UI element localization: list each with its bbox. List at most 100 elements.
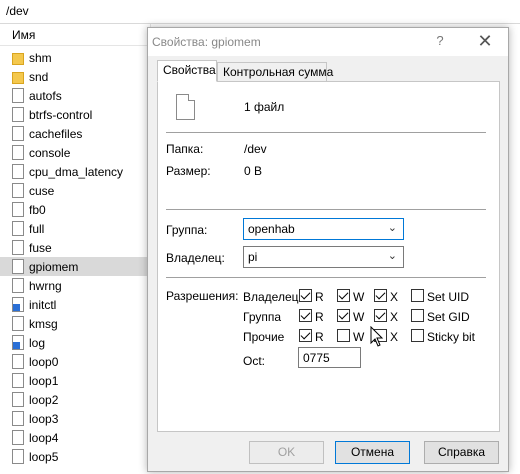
file-name: loop1 (29, 373, 59, 388)
file-icon (12, 126, 24, 141)
octal-input-value: 0775 (303, 351, 330, 365)
file-name: btrfs-control (29, 107, 93, 122)
mouse-cursor-icon (370, 326, 384, 347)
separator (166, 277, 486, 278)
file-list-item[interactable]: loop4 (0, 428, 150, 447)
tab-checksum[interactable]: Контрольная сумма (217, 62, 333, 82)
setgid-checkbox[interactable] (411, 309, 424, 322)
setuid-label: Set UID (427, 290, 470, 304)
file-icon (12, 107, 24, 122)
dialog-title-bar[interactable]: Свойства: gpiomem ? ✕ (148, 28, 508, 56)
file-list-item[interactable]: cpu_dma_latency (0, 162, 150, 181)
file-icon (12, 354, 24, 369)
owner-execute-checkbox[interactable] (374, 289, 387, 302)
group-write-checkbox[interactable] (337, 309, 350, 322)
file-list: shm snd autofs btrfs-control cachefiles conso… (0, 48, 150, 466)
file-list-item[interactable]: snd (0, 67, 150, 86)
file-list-item[interactable]: loop5 (0, 447, 150, 466)
column-header-label: Имя (12, 28, 36, 42)
file-list-item[interactable]: gpiomem (0, 257, 150, 276)
file-list-item[interactable]: console (0, 143, 150, 162)
help-icon[interactable]: ? (430, 33, 450, 51)
owner-write-checkbox[interactable] (337, 289, 350, 302)
perm-row-owner-label: Владелец (243, 290, 299, 304)
file-name: hwrng (29, 278, 62, 293)
dialog-title: Свойства: gpiomem (152, 35, 261, 49)
octal-label: Oct: (243, 354, 266, 368)
folder-value: /dev (244, 142, 267, 156)
file-name: snd (29, 69, 49, 84)
file-list-item[interactable]: cachefiles (0, 124, 150, 143)
group-execute-checkbox[interactable] (374, 309, 387, 322)
file-list-item[interactable]: initctl (0, 295, 150, 314)
chevron-down-icon: ⌄ (387, 250, 397, 262)
ok-button[interactable]: OK (249, 441, 324, 464)
tab-properties[interactable]: Свойства (157, 60, 217, 82)
file-icon (12, 278, 24, 293)
file-icon (12, 240, 24, 255)
file-icon (12, 145, 24, 160)
file-name: fb0 (29, 202, 46, 217)
others-write-checkbox[interactable] (337, 329, 350, 342)
file-name: shm (29, 50, 52, 65)
file-list-item[interactable]: loop1 (0, 371, 150, 390)
w-label: W (353, 330, 365, 344)
setgid-label: Set GID (427, 310, 470, 324)
file-name: loop5 (29, 449, 59, 464)
group-read-checkbox[interactable] (299, 309, 312, 322)
file-icon (176, 94, 195, 120)
file-list-item[interactable]: fuse (0, 238, 150, 257)
file-list-item[interactable]: full (0, 219, 150, 238)
sticky-bit-checkbox[interactable] (411, 329, 424, 342)
owner-read-checkbox[interactable] (299, 289, 312, 302)
size-label: Размер: (166, 164, 211, 178)
column-header-name[interactable]: Имя (0, 24, 150, 46)
separator (166, 132, 486, 133)
w-label: W (353, 310, 365, 324)
file-list-item[interactable]: btrfs-control (0, 105, 150, 124)
owner-label: Владелец: (166, 251, 225, 265)
folder-icon (12, 52, 24, 65)
close-icon[interactable]: ✕ (474, 31, 496, 51)
cancel-button[interactable]: Отмена (335, 441, 410, 464)
file-icon (12, 202, 24, 217)
help-button[interactable]: Справка (424, 441, 499, 464)
file-name: initctl (29, 297, 57, 312)
file-list-item[interactable]: loop2 (0, 390, 150, 409)
file-list-item[interactable]: fb0 (0, 200, 150, 219)
file-name: autofs (29, 88, 62, 103)
file-list-item[interactable]: shm (0, 48, 150, 67)
file-icon (12, 373, 24, 388)
file-name: fuse (29, 240, 52, 255)
file-list-item[interactable]: cuse (0, 181, 150, 200)
owner-select[interactable]: pi ⌄ (243, 246, 404, 268)
file-icon (12, 88, 24, 103)
sticky-bit-label: Sticky bit (427, 330, 476, 344)
r-label: R (315, 330, 324, 344)
separator (166, 209, 486, 210)
octal-input[interactable]: 0775 (298, 347, 361, 368)
file-list-item[interactable]: hwrng (0, 276, 150, 295)
file-name: full (29, 221, 45, 236)
others-read-checkbox[interactable] (299, 329, 312, 342)
file-name: loop4 (29, 430, 59, 445)
path-bar[interactable]: /dev (0, 0, 520, 24)
file-list-item[interactable]: loop0 (0, 352, 150, 371)
file-name: log (29, 335, 46, 350)
size-value: 0 B (244, 164, 263, 178)
file-name: kmsg (29, 316, 58, 331)
file-name: cpu_dma_latency (29, 164, 124, 179)
file-list-item[interactable]: loop3 (0, 409, 150, 428)
group-select[interactable]: openhab ⌄ (243, 218, 404, 240)
file-icon (12, 411, 24, 426)
file-list-item[interactable]: log (0, 333, 150, 352)
setuid-checkbox[interactable] (411, 289, 424, 302)
file-list-item[interactable]: autofs (0, 86, 150, 105)
folder-icon (12, 71, 24, 84)
owner-select-value: pi (248, 250, 258, 264)
file-icon (12, 449, 24, 464)
r-label: R (315, 290, 324, 304)
symlink-icon (12, 297, 24, 312)
file-icon (12, 392, 24, 407)
file-list-item[interactable]: kmsg (0, 314, 150, 333)
